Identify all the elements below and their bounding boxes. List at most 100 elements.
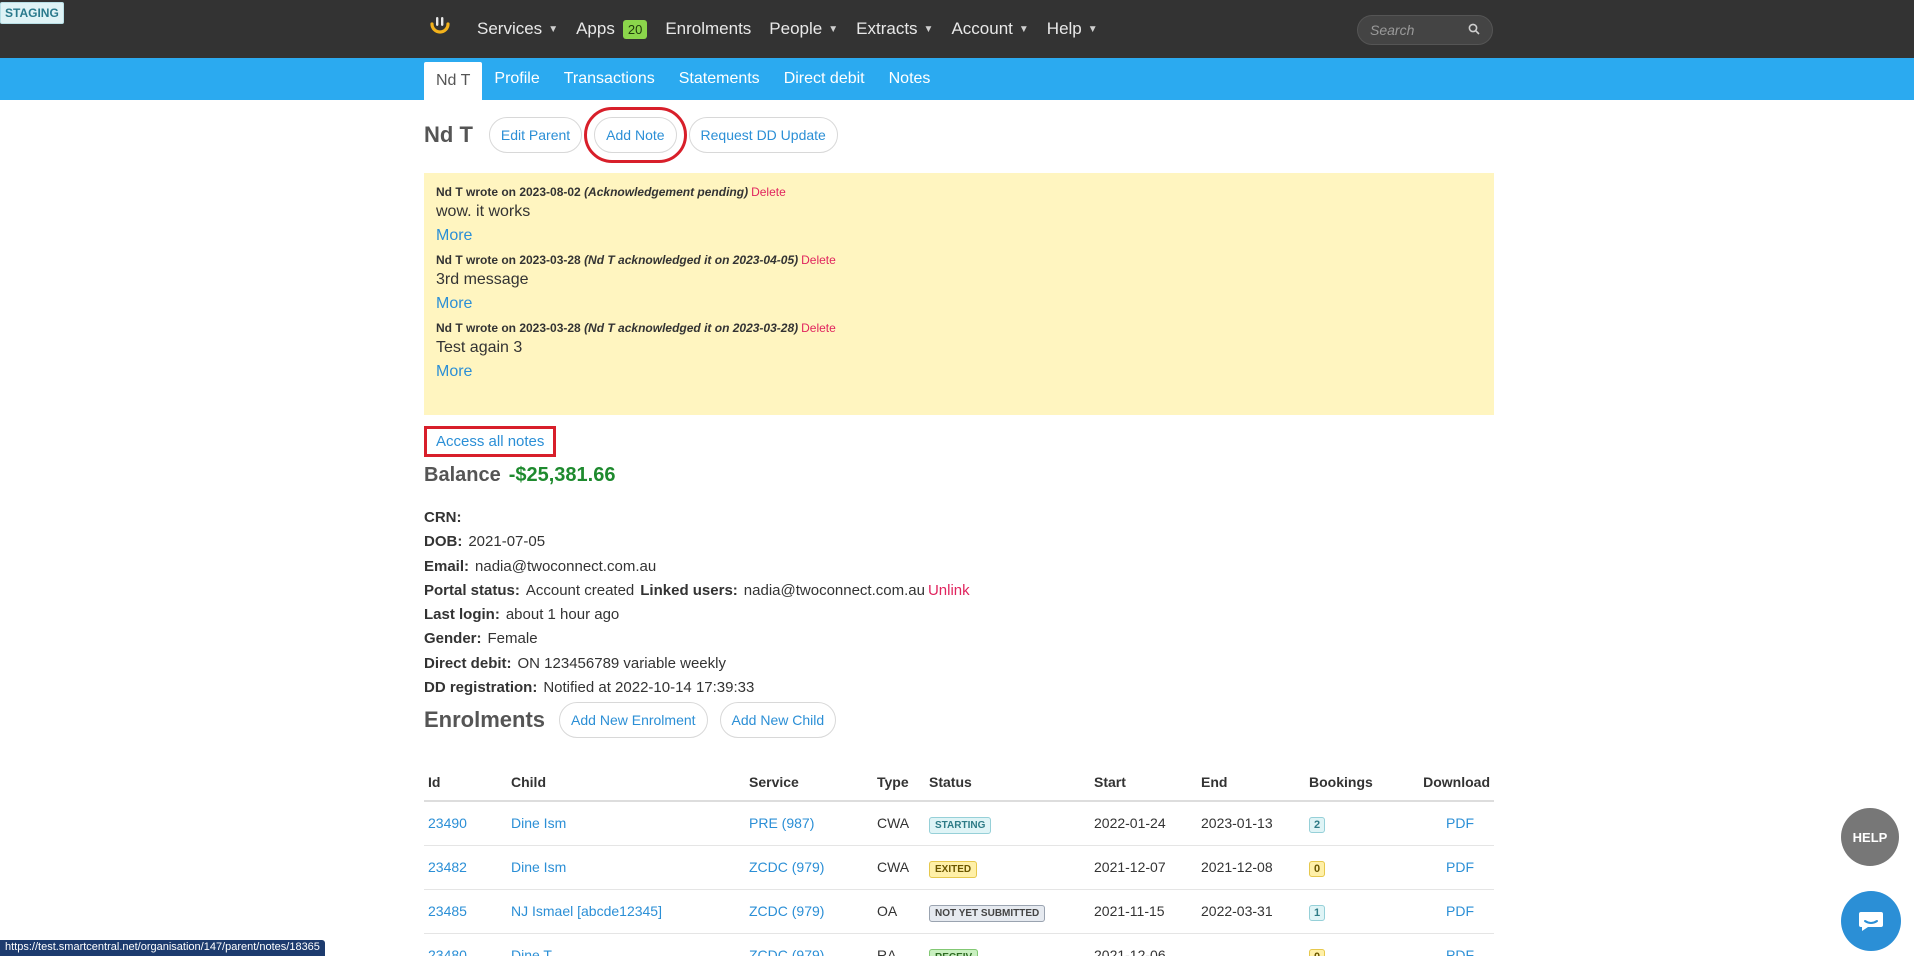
table-row: 23480Dine TZCDC (979)RA RECEIV 2021-12-06 0… — [424, 933, 1494, 956]
enrolment-id-link[interactable]: 23482 — [424, 845, 507, 890]
help-button[interactable]: HELP — [1841, 808, 1899, 866]
bookings-badge[interactable]: 0 — [1309, 861, 1326, 877]
menu-extracts[interactable]: Extracts ▼ — [847, 0, 942, 58]
status-cell: NOT YET SUBMITTED — [925, 889, 1090, 934]
bookings-cell: 2 — [1305, 801, 1415, 846]
type-cell: RA — [873, 933, 925, 956]
menu-people[interactable]: People ▼ — [760, 0, 847, 58]
note-body: 3rd message — [436, 271, 529, 288]
note-header: Nd T wrote on 2023-03-28 (Nd T acknowled… — [436, 321, 836, 335]
page-title: Nd T — [424, 122, 473, 147]
add-note-button[interactable]: Add Note — [584, 107, 687, 163]
child-link[interactable]: Dine T — [507, 933, 745, 956]
caret-down-icon: ▼ — [923, 23, 934, 35]
tab-profile[interactable]: Profile — [482, 58, 551, 100]
col-bookings: Bookings — [1305, 764, 1415, 802]
enrolments-header: Enrolments Add New Enrolment Add New Chi… — [424, 702, 837, 738]
last-login-row: Last login: about 1 hour ago — [424, 606, 620, 624]
note-more-link[interactable]: More — [436, 295, 1482, 313]
enrolments-table: Id Child Service Type Status Start End B… — [424, 764, 1494, 956]
enrolment-id-link[interactable]: 23490 — [424, 801, 507, 846]
delete-note-link[interactable]: Delete — [751, 185, 786, 199]
parent-subnav: Nd T Profile Transactions Statements Dir… — [0, 58, 1914, 100]
bookings-cell: 1 — [1305, 889, 1415, 934]
note-more-link[interactable]: More — [436, 227, 1482, 245]
caret-down-icon: ▼ — [828, 23, 839, 35]
direct-debit-row: Direct debit: ON 123456789 variable weekl… — [424, 654, 726, 672]
col-end: End — [1197, 764, 1305, 802]
status-cell: RECEIV — [925, 933, 1090, 956]
tab-direct-debit[interactable]: Direct debit — [772, 58, 877, 100]
col-service: Service — [745, 764, 873, 802]
access-all-notes-link[interactable]: Access all notes — [424, 426, 557, 457]
service-link[interactable]: PRE (987) — [745, 801, 873, 846]
tab-notes[interactable]: Notes — [877, 58, 943, 100]
child-link[interactable]: Dine Ism — [507, 845, 745, 890]
browser-status-url: https://test.smartcentral.net/organisati… — [0, 940, 325, 956]
bookings-badge[interactable]: 2 — [1309, 817, 1326, 834]
environment-badge: STAGING — [0, 2, 64, 24]
pdf-download-link[interactable]: PDF — [1415, 801, 1494, 846]
enrolment-id-link[interactable]: 23485 — [424, 889, 507, 934]
search-box — [1357, 15, 1493, 45]
add-new-enrolment-button[interactable]: Add New Enrolment — [559, 702, 708, 738]
col-start: Start — [1090, 764, 1197, 802]
menu-account[interactable]: Account ▼ — [942, 0, 1037, 58]
add-new-child-button[interactable]: Add New Child — [719, 702, 837, 738]
enrolment-id-link[interactable]: 23480 — [424, 933, 507, 956]
balance: Balance -$25,381.66 — [424, 464, 615, 487]
note-body: Test again 3 — [436, 339, 523, 356]
bookings-cell: 0 — [1305, 933, 1415, 956]
status-badge: NOT YET SUBMITTED — [929, 905, 1046, 922]
bookings-badge[interactable]: 1 — [1309, 905, 1326, 921]
pdf-download-link[interactable]: PDF — [1415, 889, 1494, 934]
email-row: Email: nadia@twoconnect.com.au — [424, 557, 657, 575]
type-cell: OA — [873, 889, 925, 934]
delete-note-link[interactable]: Delete — [801, 321, 836, 335]
start-cell: 2021-11-15 — [1090, 889, 1197, 934]
pdf-download-link[interactable]: PDF — [1415, 933, 1494, 956]
note-more-link[interactable]: More — [436, 363, 1482, 381]
dd-registration-row: DD registration: Notified at 2022-10-14 1… — [424, 679, 755, 697]
col-id: Id — [424, 764, 507, 802]
pdf-download-link[interactable]: PDF — [1415, 845, 1494, 890]
delete-note-link[interactable]: Delete — [801, 253, 836, 267]
menu-apps[interactable]: Apps 20 — [567, 0, 656, 58]
menu-help[interactable]: Help ▼ — [1038, 0, 1107, 58]
bookings-badge[interactable]: 0 — [1309, 949, 1326, 956]
request-dd-update-button[interactable]: Request DD Update — [688, 117, 838, 153]
status-badge: STARTING — [929, 817, 992, 835]
tab-overview[interactable]: Nd T — [424, 62, 483, 100]
note-header: Nd T wrote on 2023-08-02 (Acknowledgemen… — [436, 185, 786, 199]
menu-services[interactable]: Services ▼ — [468, 0, 567, 58]
service-link[interactable]: ZCDC (979) — [745, 889, 873, 934]
service-link[interactable]: ZCDC (979) — [745, 845, 873, 890]
type-cell: CWA — [873, 845, 925, 890]
portal-status-row: Portal status: Account created Linked user… — [424, 581, 970, 599]
unlink-link[interactable]: Unlink — [928, 582, 970, 599]
table-row: 23482 Dine Ism ZCDC (979) CWA EXITED 2021-12-… — [424, 845, 1494, 890]
chat-button[interactable] — [1841, 891, 1901, 951]
child-link[interactable]: NJ Ismael [abcde12345] — [507, 889, 745, 934]
col-status: Status — [925, 764, 1090, 802]
tab-statements[interactable]: Statements — [667, 58, 772, 100]
status-cell: STARTING — [925, 801, 1090, 846]
search-input[interactable] — [1370, 22, 1466, 38]
col-download: Download — [1415, 764, 1494, 802]
start-cell: 2021-12-06 — [1090, 933, 1197, 956]
end-cell: 2023-01-13 — [1197, 801, 1305, 846]
service-link[interactable]: ZCDC (979) — [745, 933, 873, 956]
app-logo-icon[interactable] — [428, 14, 452, 42]
enrolments-title: Enrolments — [424, 707, 546, 732]
child-link[interactable]: Dine Ism — [507, 801, 745, 846]
col-type: Type — [873, 764, 925, 802]
dob-row: DOB: 2021-07-05 — [424, 533, 546, 551]
status-badge: EXITED — [929, 861, 978, 878]
caret-down-icon: ▼ — [548, 23, 559, 35]
edit-parent-button[interactable]: Edit Parent — [488, 117, 583, 153]
crn-row: CRN: — [424, 509, 462, 526]
status-badge: RECEIV — [929, 949, 979, 956]
menu-enrolments[interactable]: Enrolments — [656, 0, 760, 58]
search-icon[interactable] — [1468, 23, 1480, 38]
tab-transactions[interactable]: Transactions — [552, 58, 667, 100]
